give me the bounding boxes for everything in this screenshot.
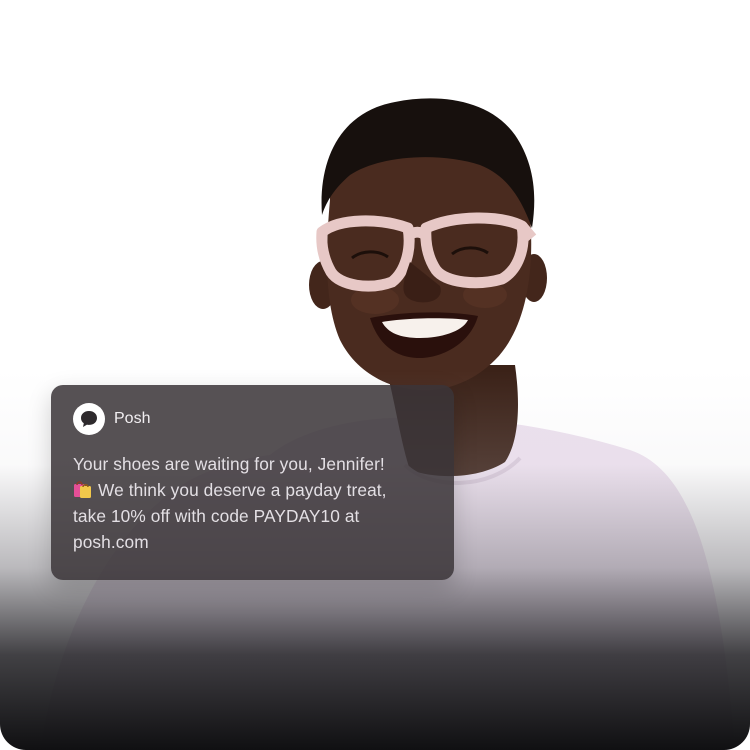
smiling-person-photo	[0, 0, 750, 750]
notification-header: Posh	[73, 403, 432, 435]
push-notification[interactable]: Posh Your shoes are waiting for you, Jen…	[51, 385, 454, 580]
message-line-1: Your shoes are waiting for you, Jennifer…	[73, 454, 385, 474]
notification-message: Your shoes are waiting for you, Jennifer…	[73, 451, 432, 555]
app-name: Posh	[114, 410, 151, 427]
shopping-bags-icon	[74, 481, 91, 498]
message-line-2: We think you deserve a payday treat,	[98, 480, 387, 500]
message-line-3: take 10% off with code PAYDAY10 at	[73, 506, 360, 526]
chat-bubble-icon	[73, 403, 105, 435]
message-line-2-wrapper: We think you deserve a payday treat,	[73, 477, 432, 503]
message-line-4: posh.com	[73, 532, 149, 552]
marketing-canvas: Posh Your shoes are waiting for you, Jen…	[0, 0, 750, 750]
